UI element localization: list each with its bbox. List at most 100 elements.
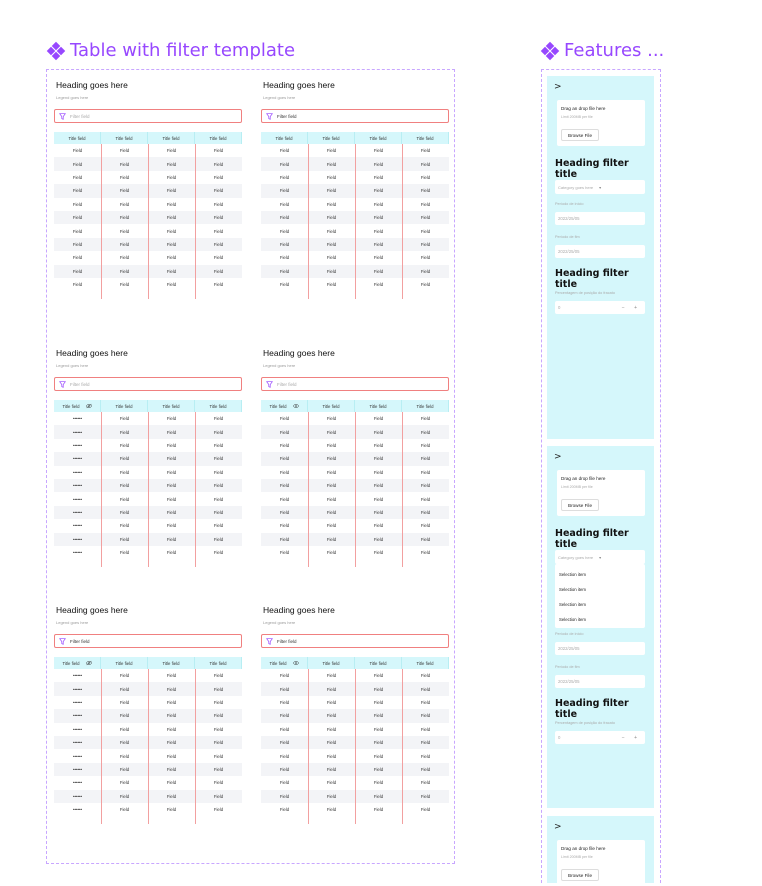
column-header[interactable]: Title field <box>308 132 355 144</box>
collapse-chevron-icon[interactable]: > <box>554 822 562 832</box>
file-uploader[interactable]: Drag an drop file here Limit 200MB per fi… <box>557 470 645 516</box>
column-header[interactable]: Title field <box>148 657 195 669</box>
eye-off-icon[interactable] <box>85 403 92 409</box>
eye-icon[interactable] <box>292 403 299 409</box>
table-row[interactable]: Field Field Field Field <box>261 682 449 696</box>
category-select[interactable]: Category goes here ▾ <box>555 550 645 564</box>
table-row[interactable]: Field Field Field Field <box>261 532 449 546</box>
table-row[interactable]: •••••• Field Field Field <box>54 749 242 762</box>
file-uploader[interactable]: Drag an drop file here Limit 200MB per fi… <box>557 100 645 146</box>
table-row[interactable]: Field Field Field Field <box>261 278 449 291</box>
table-row[interactable]: Field Field Field Field <box>261 157 449 171</box>
column-header[interactable]: Title field <box>402 400 449 412</box>
table-row[interactable]: •••••• Field Field Field <box>54 669 242 682</box>
column-header[interactable]: Title field <box>402 657 449 669</box>
category-select[interactable]: Category goes here ▾ <box>555 180 645 194</box>
table-row[interactable]: •••••• Field Field Field <box>54 723 242 736</box>
category-dropdown-list[interactable]: Selection item Selection item Selection it… <box>555 564 645 628</box>
table-row[interactable]: •••••• Field Field Field <box>54 762 242 777</box>
dropdown-item[interactable]: Selection item <box>559 572 586 577</box>
table-row[interactable]: •••••• Field Field Field <box>54 452 242 466</box>
table-row[interactable]: •••••• Field Field Field <box>54 492 242 505</box>
table-row[interactable]: Field Field Field Field <box>54 144 242 157</box>
table-row[interactable]: Field Field Field Field <box>261 210 449 225</box>
table-row[interactable]: Field Field Field Field <box>261 412 449 425</box>
eye-icon[interactable] <box>292 660 299 666</box>
column-header[interactable]: Title field <box>195 400 242 412</box>
column-header[interactable]: Title field <box>101 657 148 669</box>
file-uploader[interactable]: Drag an drop file here Limit 200MB per fi… <box>557 840 645 886</box>
table-row[interactable]: Field Field Field Field <box>261 439 449 452</box>
filter-input[interactable]: Filter field <box>54 634 242 648</box>
table-row[interactable]: •••••• Field Field Field <box>54 466 242 479</box>
table-row[interactable]: Field Field Field Field <box>261 749 449 762</box>
stepper-controls[interactable]: − + <box>622 735 641 741</box>
dropdown-item[interactable]: Selection item <box>559 602 586 607</box>
table-row[interactable]: •••••• Field Field Field <box>54 478 242 493</box>
table-row[interactable]: •••••• Field Field Field <box>54 682 242 696</box>
table-row[interactable]: Field Field Field Field <box>261 723 449 736</box>
table-row[interactable]: Field Field Field Field <box>261 546 449 559</box>
filter-input[interactable]: Filter field <box>54 109 242 123</box>
column-header[interactable]: Title field <box>101 400 148 412</box>
start-date-input[interactable]: 2022/25/05 <box>555 212 645 225</box>
column-header[interactable]: Title field <box>261 132 308 144</box>
dropdown-item[interactable]: Selection item <box>559 617 586 622</box>
table-row[interactable]: Field Field Field Field <box>261 505 449 520</box>
table-row[interactable]: •••••• Field Field Field <box>54 696 242 709</box>
table-row[interactable]: •••••• Field Field Field <box>54 425 242 439</box>
table-row[interactable]: Field Field Field Field <box>261 735 449 750</box>
table-row[interactable]: Field Field Field Field <box>261 237 449 252</box>
filter-input[interactable]: Filter field <box>261 109 449 123</box>
table-row[interactable]: Field Field Field Field <box>54 157 242 171</box>
table-row[interactable]: •••••• Field Field Field <box>54 803 242 816</box>
column-header[interactable]: Title field <box>54 400 101 412</box>
table-row[interactable]: Field Field Field Field <box>261 762 449 777</box>
end-date-input[interactable]: 2022/25/05 <box>555 245 645 258</box>
table-row[interactable]: Field Field Field Field <box>54 184 242 198</box>
collapse-chevron-icon[interactable]: > <box>554 452 562 462</box>
filter-input[interactable]: Filter field <box>54 377 242 391</box>
table-row[interactable]: Field Field Field Field <box>54 264 242 278</box>
collapse-chevron-icon[interactable]: > <box>554 82 562 92</box>
column-header[interactable]: Title field <box>54 657 101 669</box>
filter-input[interactable]: Filter field <box>261 634 449 648</box>
column-header[interactable]: Title field <box>261 657 308 669</box>
table-row[interactable]: Field Field Field Field <box>261 264 449 278</box>
column-header[interactable]: Title field <box>308 657 355 669</box>
column-header[interactable]: Title field <box>54 132 101 144</box>
table-row[interactable]: Field Field Field Field <box>261 519 449 532</box>
table-row[interactable]: Field Field Field Field <box>54 224 242 237</box>
column-header[interactable]: Title field <box>355 400 402 412</box>
table-row[interactable]: Field Field Field Field <box>261 144 449 157</box>
table-row[interactable]: Field Field Field Field <box>261 198 449 211</box>
table-row[interactable]: Field Field Field Field <box>261 171 449 184</box>
column-header[interactable]: Title field <box>148 132 195 144</box>
table-row[interactable]: Field Field Field Field <box>261 466 449 479</box>
table-row[interactable]: •••••• Field Field Field <box>54 412 242 425</box>
percentage-stepper[interactable]: 0 − + <box>555 731 645 744</box>
table-row[interactable]: •••••• Field Field Field <box>54 776 242 789</box>
column-header[interactable]: Title field <box>101 132 148 144</box>
table-row[interactable]: Field Field Field Field <box>54 198 242 211</box>
table-row[interactable]: Field Field Field Field <box>261 224 449 237</box>
table-row[interactable]: Field Field Field Field <box>261 184 449 198</box>
table-row[interactable]: Field Field Field Field <box>54 237 242 252</box>
table-row[interactable]: •••••• Field Field Field <box>54 505 242 520</box>
eye-off-icon[interactable] <box>85 660 92 666</box>
column-header[interactable]: Title field <box>195 657 242 669</box>
browse-file-button[interactable]: Browse File <box>561 869 599 881</box>
column-header[interactable]: Title field <box>355 657 402 669</box>
column-header[interactable]: Title field <box>148 400 195 412</box>
start-date-input[interactable]: 2022/25/05 <box>555 642 645 655</box>
column-header[interactable]: Title field <box>402 132 449 144</box>
table-row[interactable]: Field Field Field Field <box>261 789 449 803</box>
dropdown-item[interactable]: Selection item <box>559 587 586 592</box>
column-header[interactable]: Title field <box>355 132 402 144</box>
browse-file-button[interactable]: Browse File <box>561 129 599 141</box>
table-row[interactable]: Field Field Field Field <box>261 492 449 505</box>
table-row[interactable]: Field Field Field Field <box>54 278 242 291</box>
stepper-controls[interactable]: − + <box>622 305 641 311</box>
percentage-stepper[interactable]: 0 − + <box>555 301 645 314</box>
table-row[interactable]: •••••• Field Field Field <box>54 546 242 559</box>
